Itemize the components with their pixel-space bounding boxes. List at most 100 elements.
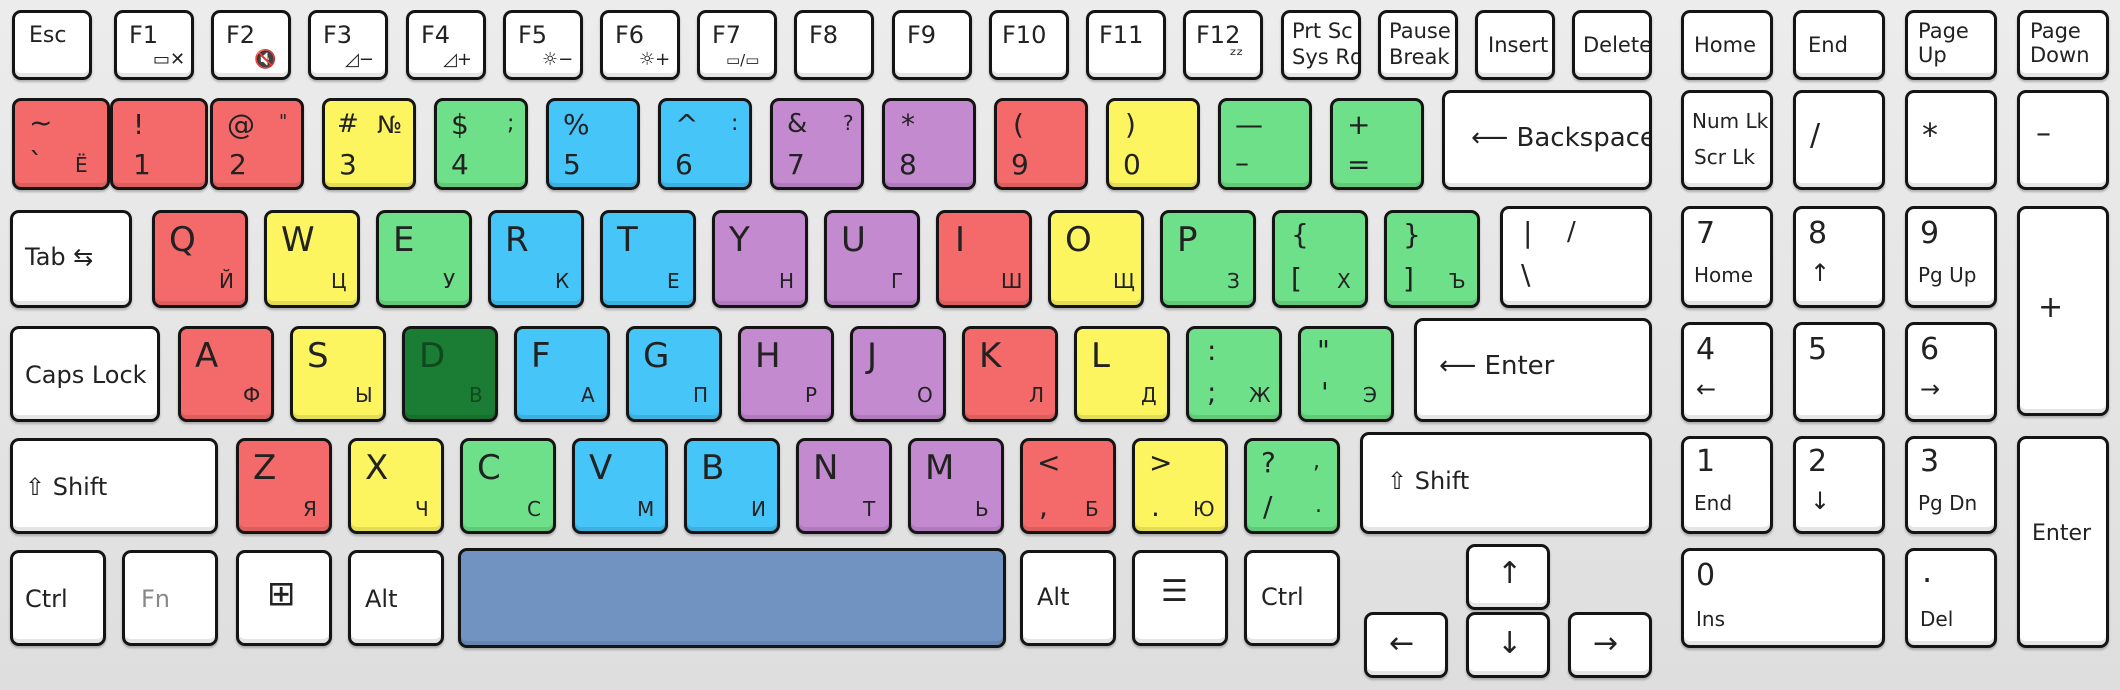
key-y[interactable]: YН [712,210,808,308]
key-end[interactable]: End [1793,10,1885,80]
key-9[interactable]: (9 [994,98,1088,190]
key-quote[interactable]: " ' Э [1298,326,1394,422]
key-tab[interactable]: Tab ⇆ [10,210,132,308]
key-w[interactable]: WЦ [264,210,360,308]
key-i[interactable]: IШ [936,210,1032,308]
key-num6[interactable]: 6 → [1905,322,1997,422]
key-lshift[interactable]: ⇧ Shift [10,438,218,534]
key-rctrl[interactable]: Ctrl [1244,550,1340,646]
key-r[interactable]: RК [488,210,584,308]
key-o[interactable]: OЩ [1048,210,1144,308]
key-tilde[interactable]: ~ ` Ё [12,98,110,190]
key-6[interactable]: ^: 6 [658,98,752,190]
key-e[interactable]: EУ [376,210,472,308]
key-f3[interactable]: F3 ◿− [308,10,388,80]
key-left[interactable]: ← [1364,612,1448,678]
key-f6[interactable]: F6 ☼+ [600,10,680,80]
key-period[interactable]: >. Ю [1132,438,1228,534]
key-capslock[interactable]: Caps Lock [10,326,160,422]
key-f5[interactable]: F5 ☼− [503,10,583,80]
key-num8[interactable]: 8 ↑ [1793,206,1885,308]
key-p[interactable]: PЗ [1160,210,1256,308]
key-8[interactable]: * 8 [882,98,976,190]
key-f[interactable]: FА [514,326,610,422]
key-0[interactable]: ) 0 [1106,98,1200,190]
key-num5[interactable]: 5 [1793,322,1885,422]
key-comma[interactable]: <, Б [1020,438,1116,534]
key-num0[interactable]: 0 Ins [1681,548,1885,648]
key-c[interactable]: CС [460,438,556,534]
key-pgup[interactable]: Page Up [1905,10,1997,80]
key-m[interactable]: MЬ [908,438,1004,534]
key-1[interactable]: ! 1 [110,98,208,190]
key-5[interactable]: % 5 [546,98,640,190]
key-right[interactable]: → [1568,612,1652,678]
key-rshift[interactable]: ⇧ Shift [1360,432,1652,534]
key-rbracket[interactable]: }] Ъ [1384,210,1480,308]
key-g[interactable]: GП [626,326,722,422]
key-up[interactable]: ↑ [1466,544,1550,610]
key-f11[interactable]: F11 [1086,10,1166,80]
key-pause[interactable]: Pause Break [1378,10,1458,80]
key-q[interactable]: QЙ [152,210,248,308]
key-menu[interactable]: ☰ [1132,550,1228,646]
key-home[interactable]: Home [1681,10,1773,80]
key-delete[interactable]: Delete [1572,10,1652,80]
key-f12[interactable]: F12 ᶻᶻ [1183,10,1263,80]
key-a[interactable]: AФ [178,326,274,422]
key-7[interactable]: &? 7 [770,98,864,190]
key-4[interactable]: $; 4 [434,98,528,190]
key-f8[interactable]: F8 [794,10,874,80]
key-space[interactable] [458,548,1006,648]
key-num9[interactable]: 9 Pg Up [1905,206,1997,308]
key-numlk[interactable]: Num Lk Scr Lk [1681,90,1773,190]
key-numminus[interactable]: – [2017,90,2109,190]
key-win[interactable]: ⊞ [236,550,332,646]
key-h[interactable]: HР [738,326,834,422]
key-f1[interactable]: F1 ▭✕ [114,10,194,80]
key-insert[interactable]: Insert [1475,10,1555,80]
key-ralt[interactable]: Alt [1020,550,1116,646]
key-num7[interactable]: 7 Home [1681,206,1773,308]
key-v[interactable]: VМ [572,438,668,534]
key-equals[interactable]: + = [1330,98,1424,190]
key-enter[interactable]: ⟵ Enter [1414,318,1652,422]
key-lctrl[interactable]: Ctrl [10,550,106,646]
key-pgdn[interactable]: Page Down [2017,10,2109,80]
key-j[interactable]: JО [850,326,946,422]
key-numdel[interactable]: . Del [1905,548,1997,648]
key-k[interactable]: KЛ [962,326,1058,422]
key-down[interactable]: ↓ [1466,612,1550,678]
key-backspace[interactable]: ⟵ Backspace [1442,90,1652,190]
key-d[interactable]: DВ [402,326,498,422]
key-numstar[interactable]: * [1905,90,1997,190]
key-backslash[interactable]: | / \ [1500,206,1652,308]
key-3[interactable]: # № 3 [322,98,416,190]
key-f4[interactable]: F4 ◿+ [406,10,486,80]
key-f9[interactable]: F9 [892,10,972,80]
key-z[interactable]: ZЯ [236,438,332,534]
key-f7[interactable]: F7 ▭/▭ [697,10,777,80]
key-s[interactable]: SЫ [290,326,386,422]
key-num1[interactable]: 1 End [1681,436,1773,534]
key-numenter[interactable]: Enter [2017,436,2109,648]
key-u[interactable]: UГ [824,210,920,308]
key-numslash[interactable]: / [1793,90,1885,190]
key-b[interactable]: BИ [684,438,780,534]
key-prtsc[interactable]: Prt Sc Sys Rq [1281,10,1361,80]
key-semicolon[interactable]: :; Ж [1186,326,1282,422]
key-l[interactable]: LД [1074,326,1170,422]
key-minus[interactable]: — – [1218,98,1312,190]
key-fn[interactable]: Fn [122,550,218,646]
key-f2[interactable]: F2 🔇 [211,10,291,80]
key-lbracket[interactable]: {[Х [1272,210,1368,308]
key-n[interactable]: NТ [796,438,892,534]
key-num4[interactable]: 4 ← [1681,322,1773,422]
key-lalt[interactable]: Alt [348,550,444,646]
key-f10[interactable]: F10 [989,10,1069,80]
key-t[interactable]: TЕ [600,210,696,308]
key-num3[interactable]: 3 Pg Dn [1905,436,1997,534]
key-numplus[interactable]: + [2017,206,2109,416]
key-x[interactable]: XЧ [348,438,444,534]
key-2[interactable]: @ " 2 [210,98,304,190]
